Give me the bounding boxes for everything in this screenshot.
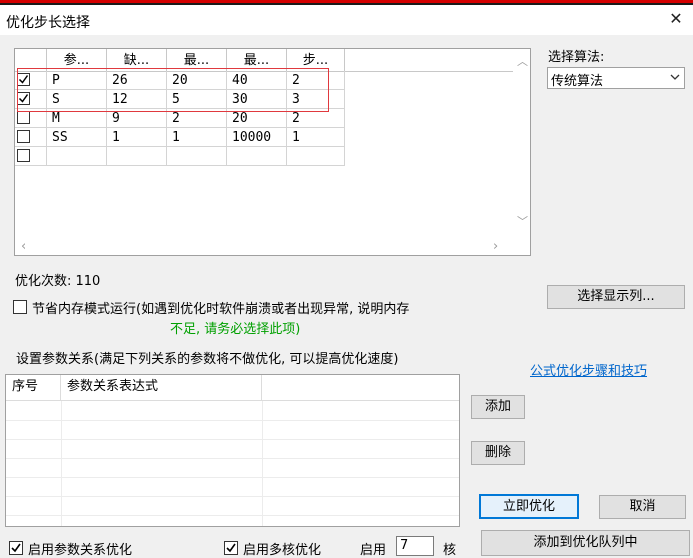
scroll-left-icon[interactable]: ‹ — [21, 239, 26, 254]
optimization-count: 优化次数: 110 — [15, 274, 101, 289]
param-checkbox[interactable] — [17, 111, 30, 124]
param-check-cell — [15, 128, 47, 147]
memory-mode-warning: 不足, 请务必选择此项) — [170, 322, 301, 337]
relations-row-line — [6, 515, 459, 516]
param-default-cell[interactable]: 12 — [107, 90, 167, 109]
relations-header-expression[interactable]: 参数关系表达式 — [61, 375, 262, 401]
checkmark-icon — [226, 543, 236, 553]
grid-header-min[interactable]: 最... — [167, 49, 227, 71]
enable-multicore-label: 启用多核优化 — [243, 543, 322, 558]
table-row[interactable]: P 26 20 40 2 — [15, 71, 345, 90]
param-max-cell[interactable] — [227, 147, 287, 166]
horizontal-scrollbar[interactable]: ‹ › — [15, 237, 513, 255]
grid-header-step[interactable]: 步... — [287, 49, 345, 71]
param-default-cell[interactable]: 26 — [107, 71, 167, 90]
memory-mode-checkbox[interactable] — [13, 300, 27, 314]
table-row[interactable]: S 12 5 30 3 — [15, 90, 345, 109]
add-relation-button[interactable]: 添加 — [471, 395, 525, 419]
algorithm-selected-value: 传统算法 — [551, 74, 604, 89]
grid-header-max[interactable]: 最... — [227, 49, 287, 71]
param-min-cell[interactable] — [167, 147, 227, 166]
tips-link[interactable]: 公式优化步骤和技巧 — [530, 360, 647, 379]
param-default-cell[interactable]: 9 — [107, 109, 167, 128]
grid-header: 参... 缺... 最... 最... 步... — [15, 49, 513, 72]
memory-mode-label: 节省内存模式运行(如遇到优化时软件崩溃或者出现异常, 说明内存 — [32, 302, 410, 317]
relations-row-line — [6, 458, 459, 459]
parameter-grid[interactable]: 参... 缺... 最... 最... 步... P 26 20 40 2 S 12 5 30 3… — [14, 48, 531, 256]
optimize-now-button[interactable]: 立即优化 — [479, 494, 579, 519]
scroll-up-icon[interactable]: ︿ — [517, 53, 528, 69]
grid-header-checkbox-col — [15, 49, 47, 71]
vertical-scrollbar[interactable]: ︿ ﹀ — [513, 49, 530, 237]
param-name-cell[interactable]: SS — [47, 128, 107, 147]
relations-row-line — [6, 439, 459, 440]
param-name-cell[interactable]: M — [47, 109, 107, 128]
chevron-down-icon — [670, 74, 680, 80]
relations-row-line — [6, 420, 459, 421]
relations-row-line — [6, 496, 459, 497]
param-step-cell[interactable]: 2 — [287, 109, 345, 128]
param-default-cell[interactable]: 1 — [107, 128, 167, 147]
relations-caption: 设置参数关系(满足下列关系的参数将不做优化, 可以提高优化速度) — [16, 352, 399, 367]
param-check-cell — [15, 71, 47, 90]
grid-header-default[interactable]: 缺... — [107, 49, 167, 71]
param-step-cell[interactable] — [287, 147, 345, 166]
select-columns-button[interactable]: 选择显示列... — [547, 285, 685, 309]
param-min-cell[interactable]: 5 — [167, 90, 227, 109]
cores-unit-label: 核 — [443, 543, 457, 558]
param-default-cell[interactable] — [107, 147, 167, 166]
checkmark-icon — [18, 94, 29, 103]
param-min-cell[interactable]: 20 — [167, 71, 227, 90]
title-bar — [0, 5, 693, 35]
param-check-cell — [15, 109, 47, 128]
relations-header-index[interactable]: 序号 — [6, 375, 61, 401]
param-max-cell[interactable]: 10000 — [227, 128, 287, 147]
param-min-cell[interactable]: 1 — [167, 128, 227, 147]
delete-relation-button[interactable]: 删除 — [471, 441, 525, 465]
checkmark-icon — [11, 543, 21, 553]
relations-row-line — [6, 477, 459, 478]
add-to-queue-button[interactable]: 添加到优化队列中 — [481, 530, 690, 556]
close-icon[interactable]: ✕ — [664, 7, 688, 31]
param-step-cell[interactable]: 1 — [287, 128, 345, 147]
param-max-cell[interactable]: 40 — [227, 71, 287, 90]
param-check-cell — [15, 147, 47, 166]
scroll-right-icon[interactable]: › — [493, 239, 498, 254]
algorithm-select[interactable]: 传统算法 — [547, 67, 685, 89]
checkmark-icon — [18, 75, 29, 84]
param-min-cell[interactable]: 2 — [167, 109, 227, 128]
param-max-cell[interactable]: 30 — [227, 90, 287, 109]
relations-table[interactable]: 序号 参数关系表达式 — [5, 374, 460, 527]
algorithm-label: 选择算法: — [548, 50, 605, 65]
table-row[interactable]: M 9 2 20 2 — [15, 109, 345, 128]
grid-header-name[interactable]: 参... — [47, 49, 107, 71]
scroll-down-icon[interactable]: ﹀ — [517, 213, 528, 229]
param-name-cell[interactable]: P — [47, 71, 107, 90]
table-row[interactable] — [15, 147, 345, 166]
cores-enable-label: 启用 — [360, 543, 387, 558]
param-name-cell[interactable] — [47, 147, 107, 166]
enable-relation-label: 启用参数关系优化 — [28, 543, 133, 558]
table-row[interactable]: SS 1 1 10000 1 — [15, 128, 345, 147]
param-check-cell — [15, 90, 47, 109]
cancel-button[interactable]: 取消 — [599, 495, 686, 519]
param-name-cell[interactable]: S — [47, 90, 107, 109]
param-checkbox[interactable] — [17, 73, 30, 86]
param-checkbox[interactable] — [17, 92, 30, 105]
param-checkbox[interactable] — [17, 149, 30, 162]
window-title: 优化步长选择 — [6, 15, 90, 31]
relations-header-blank — [262, 375, 459, 401]
param-step-cell[interactable]: 3 — [287, 90, 345, 109]
cores-input[interactable]: 7 — [396, 536, 434, 556]
param-step-cell[interactable]: 2 — [287, 71, 345, 90]
param-max-cell[interactable]: 20 — [227, 109, 287, 128]
param-checkbox[interactable] — [17, 130, 30, 143]
